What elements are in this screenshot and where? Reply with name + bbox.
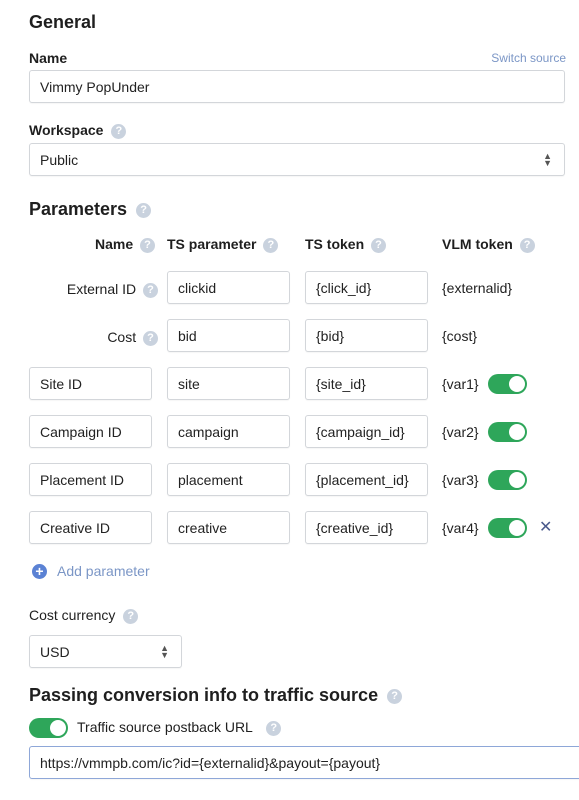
vlm-token: {cost} xyxy=(442,328,478,344)
ts-token-input[interactable]: {campaign_id} xyxy=(305,415,428,448)
help-icon[interactable]: ? xyxy=(143,282,158,298)
toggle-knob xyxy=(509,376,525,392)
switch-source-link[interactable]: Switch source xyxy=(491,51,566,65)
header-vlm-token: VLM token ? xyxy=(442,236,535,253)
header-ts-token-text: TS token xyxy=(305,236,365,252)
name-label: Name xyxy=(29,50,68,66)
vlm-token: {var3} xyxy=(442,472,479,488)
workspace-select[interactable]: Public ▲ ▼ xyxy=(29,143,565,176)
ts-token-value: {creative_id} xyxy=(316,519,394,536)
ts-parameter-value: campaign xyxy=(178,423,239,440)
enable-toggle[interactable] xyxy=(488,374,527,394)
ts-token-input[interactable]: {site_id} xyxy=(305,367,428,400)
conversion-title-text: Passing conversion info to traffic sourc… xyxy=(29,685,379,705)
select-arrows-icon: ▲ ▼ xyxy=(160,642,169,660)
remove-parameter-close-icon[interactable]: ✕ xyxy=(539,517,552,537)
workspace-select-value: Public xyxy=(40,151,79,168)
parameters-title-text: Parameters xyxy=(29,199,128,219)
param-name-input[interactable]: Campaign ID xyxy=(29,415,152,448)
param-name-value: Creative ID xyxy=(40,519,111,536)
header-name: Name ? xyxy=(95,236,156,253)
param-name-value: Site ID xyxy=(40,375,83,392)
row-name-text: External ID xyxy=(66,281,137,297)
header-name-text: Name xyxy=(95,236,134,252)
help-icon[interactable]: ? xyxy=(143,330,158,346)
workspace-label: Workspace ? xyxy=(29,122,127,139)
add-circle-icon: + xyxy=(32,563,47,579)
ts-token-value: {placement_id} xyxy=(316,471,409,488)
ts-token-input[interactable]: {bid} xyxy=(305,319,428,352)
cost-currency-label-text: Cost currency xyxy=(29,607,116,623)
postback-label-text: Traffic source postback URL xyxy=(77,719,253,735)
help-icon[interactable]: ? xyxy=(266,720,282,736)
vlm-token: {var2} xyxy=(442,424,479,440)
ts-token-input[interactable]: {placement_id} xyxy=(305,463,428,496)
ts-token-value: {bid} xyxy=(316,327,345,344)
add-parameter-label: Add parameter xyxy=(57,563,150,579)
vlm-token: {var1} xyxy=(442,376,479,392)
ts-token-value: {site_id} xyxy=(316,375,366,392)
vlm-token: {var4} xyxy=(442,520,479,536)
ts-token-value: {campaign_id} xyxy=(316,423,405,440)
param-name-input[interactable]: Creative ID xyxy=(29,511,152,544)
cost-currency-label: Cost currency ? xyxy=(29,607,139,624)
postback-toggle[interactable] xyxy=(29,718,68,738)
ts-parameter-value: clickid xyxy=(178,279,217,296)
help-icon[interactable]: ? xyxy=(123,608,139,624)
header-ts-parameter-text: TS parameter xyxy=(167,236,257,252)
help-icon[interactable]: ? xyxy=(263,237,279,253)
param-name-input[interactable]: Site ID xyxy=(29,367,152,400)
ts-parameter-value: bid xyxy=(178,327,197,344)
toggle-knob xyxy=(50,720,66,736)
workspace-label-text: Workspace xyxy=(29,122,104,138)
header-ts-parameter: TS parameter ? xyxy=(167,236,279,253)
toggle-knob xyxy=(509,424,525,440)
row-name-label: Cost ? xyxy=(107,329,158,346)
row-name-label: External ID ? xyxy=(67,281,158,298)
ts-parameter-value: placement xyxy=(178,471,243,488)
ts-parameter-input[interactable]: placement xyxy=(167,463,290,496)
param-name-value: Campaign ID xyxy=(40,423,122,440)
ts-parameter-input[interactable]: clickid xyxy=(167,271,290,304)
enable-toggle[interactable] xyxy=(488,422,527,442)
postback-url-input[interactable]: https://vmmpb.com/ic?id={externalid}&pay… xyxy=(29,746,579,779)
help-icon[interactable]: ? xyxy=(387,688,403,704)
name-input[interactable]: Vimmy PopUnder xyxy=(29,70,565,103)
section-title-conversion: Passing conversion info to traffic sourc… xyxy=(29,685,403,706)
param-name-value: Placement ID xyxy=(40,471,125,488)
ts-token-input[interactable]: {click_id} xyxy=(305,271,428,304)
ts-parameter-value: site xyxy=(178,375,200,392)
postback-url-value: https://vmmpb.com/ic?id={externalid}&pay… xyxy=(40,754,381,771)
ts-parameter-input[interactable]: creative xyxy=(167,511,290,544)
help-icon[interactable]: ? xyxy=(111,123,127,139)
add-parameter-button[interactable]: + Add parameter xyxy=(32,563,150,579)
toggle-knob xyxy=(509,472,525,488)
cost-currency-select[interactable]: USD ▲ ▼ xyxy=(29,635,182,668)
ts-token-input[interactable]: {creative_id} xyxy=(305,511,428,544)
enable-toggle[interactable] xyxy=(488,518,527,538)
enable-toggle[interactable] xyxy=(488,470,527,490)
header-ts-token: TS token ? xyxy=(305,236,387,253)
select-arrows-icon: ▲ ▼ xyxy=(543,150,552,168)
ts-parameter-value: creative xyxy=(178,519,228,536)
section-title-general: General xyxy=(29,12,97,32)
help-icon[interactable]: ? xyxy=(371,237,387,253)
ts-parameter-input[interactable]: campaign xyxy=(167,415,290,448)
help-icon[interactable]: ? xyxy=(140,237,156,253)
cost-currency-value: USD xyxy=(40,643,70,660)
ts-token-value: {click_id} xyxy=(316,279,372,296)
ts-parameter-input[interactable]: site xyxy=(167,367,290,400)
help-icon[interactable]: ? xyxy=(519,237,535,253)
name-input-value: Vimmy PopUnder xyxy=(40,78,150,95)
header-vlm-token-text: VLM token xyxy=(442,236,513,252)
help-icon[interactable]: ? xyxy=(136,202,152,218)
toggle-knob xyxy=(509,520,525,536)
param-name-input[interactable]: Placement ID xyxy=(29,463,152,496)
row-name-text: Cost xyxy=(107,329,137,345)
postback-label: Traffic source postback URL ? xyxy=(77,719,282,736)
ts-parameter-input[interactable]: bid xyxy=(167,319,290,352)
section-title-parameters: Parameters ? xyxy=(29,199,152,220)
vlm-token: {externalid} xyxy=(442,280,513,296)
